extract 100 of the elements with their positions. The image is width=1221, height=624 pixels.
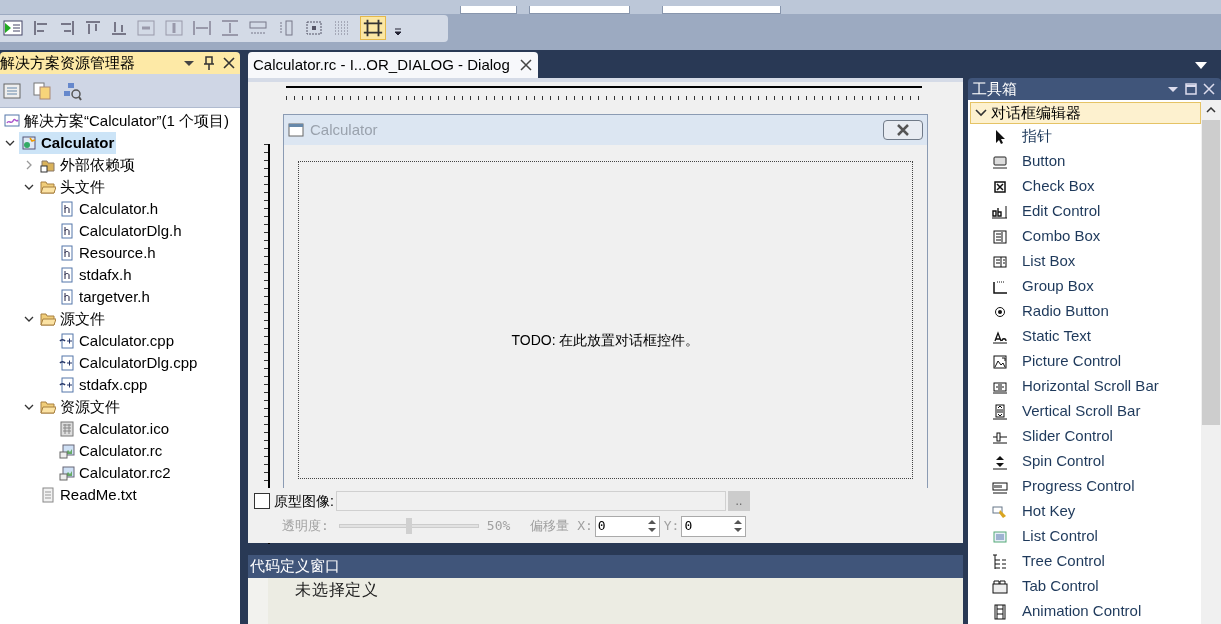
panel-title: 解决方案资源管理器 <box>0 52 136 73</box>
expanded-chevron-icon[interactable] <box>23 403 34 411</box>
platform-dropdown[interactable] <box>529 6 631 14</box>
tree-item[interactable]: stdafx.h <box>57 264 134 286</box>
toolbox-item[interactable]: Check Box <box>970 174 1201 199</box>
references-folder-icon <box>40 157 56 173</box>
same-size-icon[interactable] <box>304 19 324 37</box>
header-file-icon <box>59 289 75 305</box>
expanded-chevron-icon[interactable] <box>23 315 34 323</box>
toolbox-item[interactable]: List Control <box>970 524 1201 549</box>
toolbox-item[interactable]: 指针 <box>970 124 1201 149</box>
toolbox-item[interactable]: Spin Control <box>970 449 1201 474</box>
pin-icon[interactable] <box>202 56 216 70</box>
space-down-icon[interactable] <box>220 19 240 37</box>
toolbox-item[interactable]: Animation Control <box>970 599 1201 624</box>
checkbox[interactable] <box>254 493 270 509</box>
combo-box-icon <box>992 228 1008 245</box>
align-right-icon[interactable] <box>58 19 76 37</box>
tree-item[interactable]: CalculatorDlg.cpp <box>57 352 200 374</box>
folder-icon <box>40 179 56 195</box>
tree-item[interactable]: Calculator.rc <box>57 440 165 462</box>
toolbox-item[interactable]: Tab Control <box>970 574 1201 599</box>
toolbox-item[interactable]: Slider Control <box>970 424 1201 449</box>
same-width-icon[interactable] <box>248 19 268 37</box>
toolbox-item[interactable]: Radio Button <box>970 299 1201 324</box>
properties-icon[interactable] <box>2 80 22 101</box>
toolbox-group-header[interactable]: 对话框编辑器 <box>970 102 1201 124</box>
document-tab[interactable]: Calculator.rc - I...OR_DIALOG - Dialog <box>248 52 538 78</box>
guides-icon[interactable] <box>360 16 386 40</box>
tree-item[interactable]: 资源文件 <box>38 396 122 418</box>
offset-x-spin[interactable]: 0 <box>594 515 660 537</box>
find-field[interactable] <box>662 6 781 14</box>
toolbox-item[interactable]: Group Box <box>970 274 1201 299</box>
cpp-file-icon <box>59 355 75 371</box>
header-file-icon <box>59 223 75 239</box>
tree-item[interactable]: Calculator.rc2 <box>57 462 173 484</box>
toolbox-item[interactable]: Combo Box <box>970 224 1201 249</box>
tree-item[interactable]: Calculator.cpp <box>57 330 177 352</box>
folder-icon <box>40 311 56 327</box>
tree-item[interactable]: targetver.h <box>57 286 152 308</box>
tree-item[interactable]: 解决方案“Calculator”(1 个项目) <box>2 110 232 132</box>
align-bottom-icon[interactable] <box>110 19 128 37</box>
toolbox-item[interactable]: Edit Control <box>970 199 1201 224</box>
center-vertical-icon[interactable] <box>136 19 156 37</box>
offset-y-spin[interactable]: 0 <box>681 515 747 537</box>
maximize-icon[interactable] <box>1185 82 1197 95</box>
tree-item[interactable]: 源文件 <box>38 308 107 330</box>
tree-control-icon <box>992 553 1008 570</box>
dialog-close-button[interactable] <box>883 120 923 140</box>
tree-item[interactable]: Calculator.ico <box>57 418 172 440</box>
opacity-label: 透明度: <box>282 517 329 536</box>
expanded-chevron-icon <box>975 109 987 117</box>
dropdown-icon[interactable] <box>1195 62 1207 70</box>
center-horizontal-icon[interactable] <box>164 19 184 37</box>
browse-button[interactable]: .. <box>727 491 750 511</box>
tree-item[interactable]: stdafx.cpp <box>57 374 150 396</box>
configuration-dropdown[interactable] <box>460 6 518 14</box>
tree-item[interactable]: Calculator.h <box>57 198 161 220</box>
tree-item[interactable]: CalculatorDlg.h <box>57 220 184 242</box>
collapsed-chevron-icon[interactable] <box>24 160 33 170</box>
tree-item[interactable]: ReadMe.txt <box>38 484 139 506</box>
scroll-up-icon[interactable] <box>1206 107 1216 113</box>
test-dialog-icon[interactable] <box>2 19 24 37</box>
align-top-icon[interactable] <box>84 19 102 37</box>
vertical-scroll-bar-icon <box>992 403 1008 420</box>
expanded-chevron-icon[interactable] <box>4 139 15 147</box>
tree-item[interactable]: Calculator <box>19 132 117 154</box>
button-icon <box>992 153 1008 170</box>
toolbox-item[interactable]: List Box <box>970 249 1201 274</box>
toolbox-item[interactable]: Progress Control <box>970 474 1201 499</box>
picture-control-icon <box>992 353 1008 370</box>
close-icon[interactable] <box>222 56 236 70</box>
hot-key-icon <box>992 503 1008 520</box>
scrollbar-thumb[interactable] <box>1202 120 1220 425</box>
toolbox-item[interactable]: Hot Key <box>970 499 1201 524</box>
edit-control-icon <box>992 203 1008 220</box>
tree-item[interactable]: Resource.h <box>57 242 158 264</box>
tree-item[interactable]: 头文件 <box>38 176 107 198</box>
header-file-icon <box>59 201 75 217</box>
copy-files-icon[interactable] <box>32 80 52 101</box>
resource-file-icon <box>59 443 75 459</box>
opacity-slider[interactable] <box>338 518 479 534</box>
list-control-icon <box>992 528 1008 545</box>
group-box-icon <box>992 278 1008 295</box>
toolbox-item[interactable]: Tree Control <box>970 549 1201 574</box>
toolbox-item[interactable]: Picture Control <box>970 349 1201 374</box>
tree-item[interactable]: 外部依赖项 <box>38 154 137 176</box>
space-across-icon[interactable] <box>192 19 212 37</box>
align-left-icon[interactable] <box>32 19 50 37</box>
toolbox-item[interactable]: Vertical Scroll Bar <box>970 399 1201 424</box>
slider-thumb[interactable] <box>405 518 412 534</box>
class-diagram-icon[interactable] <box>62 80 82 101</box>
toolbox-item[interactable]: Horizontal Scroll Bar <box>970 374 1201 399</box>
expanded-chevron-icon[interactable] <box>23 183 34 191</box>
toolbox-item[interactable]: Button <box>970 149 1201 174</box>
toolbox-item[interactable]: Static Text <box>970 324 1201 349</box>
dialog-placeholder-text: TODO: 在此放置对话框控件。 <box>511 330 700 350</box>
resource-file-icon <box>59 465 75 481</box>
folder-icon <box>40 399 56 415</box>
close-icon[interactable] <box>519 59 532 71</box>
